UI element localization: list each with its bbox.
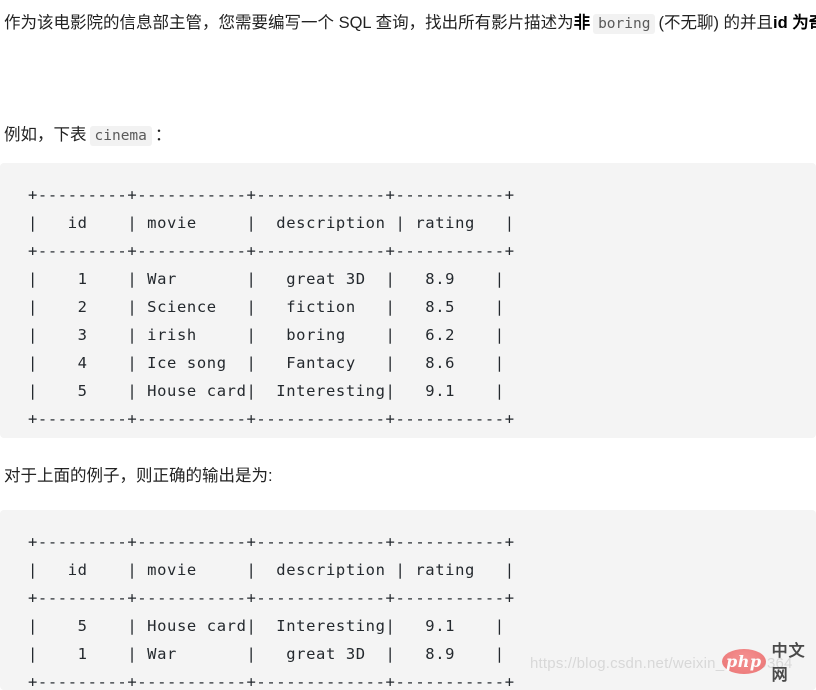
intro-text-segment-1: 作为该电影院的信息部主管，您需要编写一个 SQL 查询，找出所有影片描述为	[4, 14, 574, 32]
php-badge-icon: php	[722, 648, 766, 674]
example-text-segment-2: ：	[154, 126, 172, 144]
example-text-segment-1: 例如，下表	[4, 126, 87, 144]
intro-text-segment-2: (不无聊) 的并且	[658, 14, 774, 32]
intro-paragraph: 作为该电影院的信息部主管，您需要编写一个 SQL 查询，找出所有影片描述为非 bo…	[2, 8, 816, 40]
inline-code-boring: boring	[593, 14, 656, 34]
inline-code-cinema: cinema	[89, 126, 152, 146]
output-paragraph: 对于上面的例子，则正确的输出是为:	[2, 461, 273, 492]
intro-bold-fei: 非	[573, 14, 591, 32]
ascii-table-cinema: +---------+-----------+-------------+---…	[28, 186, 515, 428]
output-text: 对于上面的例子，则正确的输出是为:	[4, 467, 273, 485]
article-page: 作为该电影院的信息部主管，您需要编写一个 SQL 查询，找出所有影片描述为非 bo…	[0, 0, 816, 690]
code-block-cinema-table: +---------+-----------+-------------+---…	[0, 163, 816, 438]
intro-bold-id-odd: id 为奇数	[773, 14, 816, 32]
php-chinese-logo: php 中文网	[722, 637, 816, 685]
php-logo-text: 中文网	[771, 641, 806, 684]
example-paragraph: 例如，下表 cinema：	[2, 120, 171, 152]
